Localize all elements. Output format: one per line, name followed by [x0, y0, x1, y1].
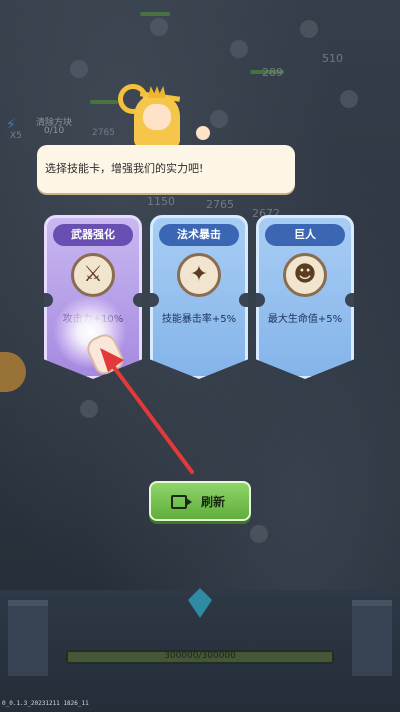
crown-icon	[148, 86, 166, 98]
skill-card-giant[interactable]: 巨人 ☻ 最大生命值+5%	[256, 215, 354, 379]
giant-icon: ☻	[283, 253, 327, 297]
card-title: 武器强化	[53, 224, 133, 246]
card-notch	[133, 293, 142, 307]
video-ad-icon	[171, 495, 192, 509]
card-title: 法术暴击	[159, 224, 239, 246]
card-notch	[44, 293, 53, 307]
dialog-text: 选择技能卡，增强我们的实力吧!	[45, 162, 204, 175]
card-description: 技能暴击率+5%	[161, 314, 237, 325]
card-description: 最大生命值+5%	[267, 314, 343, 325]
weapon-slash-icon: ⚔	[71, 253, 115, 297]
card-notch	[256, 293, 265, 307]
version-label: 0_0.1.3_20231211 1826_11	[2, 700, 89, 707]
card-title: 巨人	[265, 224, 345, 246]
character-face	[143, 104, 171, 130]
guide-character	[118, 84, 210, 148]
character-hand	[196, 126, 210, 140]
refresh-button[interactable]: 刷新	[149, 481, 251, 521]
spell-crit-icon: ✦	[177, 253, 221, 297]
skill-card-spell-crit[interactable]: 法术暴击 ✦ 技能暴击率+5%	[150, 215, 248, 379]
refresh-label: 刷新	[201, 495, 226, 509]
card-notch	[150, 293, 159, 307]
tutorial-dialog: 选择技能卡，增强我们的实力吧!	[37, 145, 295, 193]
card-notch	[239, 293, 248, 307]
card-notch	[345, 293, 354, 307]
